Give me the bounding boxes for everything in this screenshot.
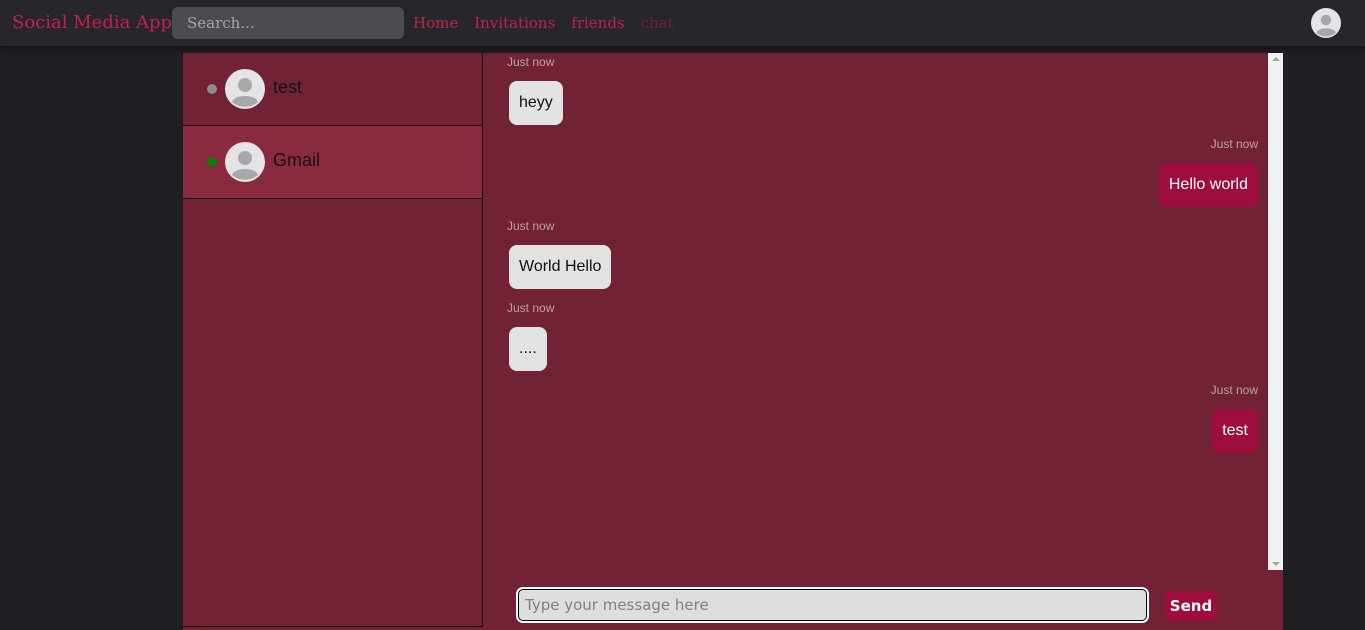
message-timestamp: Just now [507,219,555,233]
contact-item-test[interactable]: test [183,53,482,126]
send-button[interactable]: Send [1165,591,1217,621]
contact-avatar-icon [225,69,265,109]
message-timestamp: Just now [1210,383,1258,397]
nav-link-home[interactable]: Home [413,14,458,32]
message-timestamp: Just now [1210,137,1258,151]
received-message-bubble: heyy [509,81,563,125]
user-avatar-icon[interactable] [1311,8,1341,38]
status-dot [207,84,217,94]
chat-container: test Gmail Just now heyy Just now Hello … [183,53,1283,630]
messages-scrollbar[interactable] [1268,53,1283,570]
contacts-list: test Gmail [183,53,483,627]
scroll-down-arrow-icon[interactable] [1272,562,1280,566]
nav-link-friends[interactable]: friends [571,14,624,32]
contact-name: test [273,77,303,97]
scroll-up-arrow-icon[interactable] [1272,57,1280,61]
received-message-bubble: .... [509,327,547,371]
message-timestamp: Just now [507,301,555,315]
search-input[interactable] [172,7,404,39]
message-input[interactable] [516,587,1149,623]
nav-link-invitations[interactable]: Invitations [474,14,555,32]
status-dot [207,157,217,167]
top-navbar: Social Media App Home Invitations friend… [0,0,1365,46]
contact-avatar-icon [225,142,265,182]
contact-name: Gmail [273,150,321,170]
received-message-bubble: World Hello [509,245,612,289]
message-timestamp: Just now [507,55,555,69]
sent-message-bubble: test [1212,409,1258,453]
message-list: Just now heyy Just now Hello world Just … [483,53,1268,570]
contact-item-gmail[interactable]: Gmail [183,126,482,199]
nav-links: Home Invitations friends chat [413,14,674,32]
nav-link-chat[interactable]: chat [641,14,674,32]
app-title[interactable]: Social Media App [12,12,172,33]
sent-message-bubble: Hello world [1158,163,1258,207]
